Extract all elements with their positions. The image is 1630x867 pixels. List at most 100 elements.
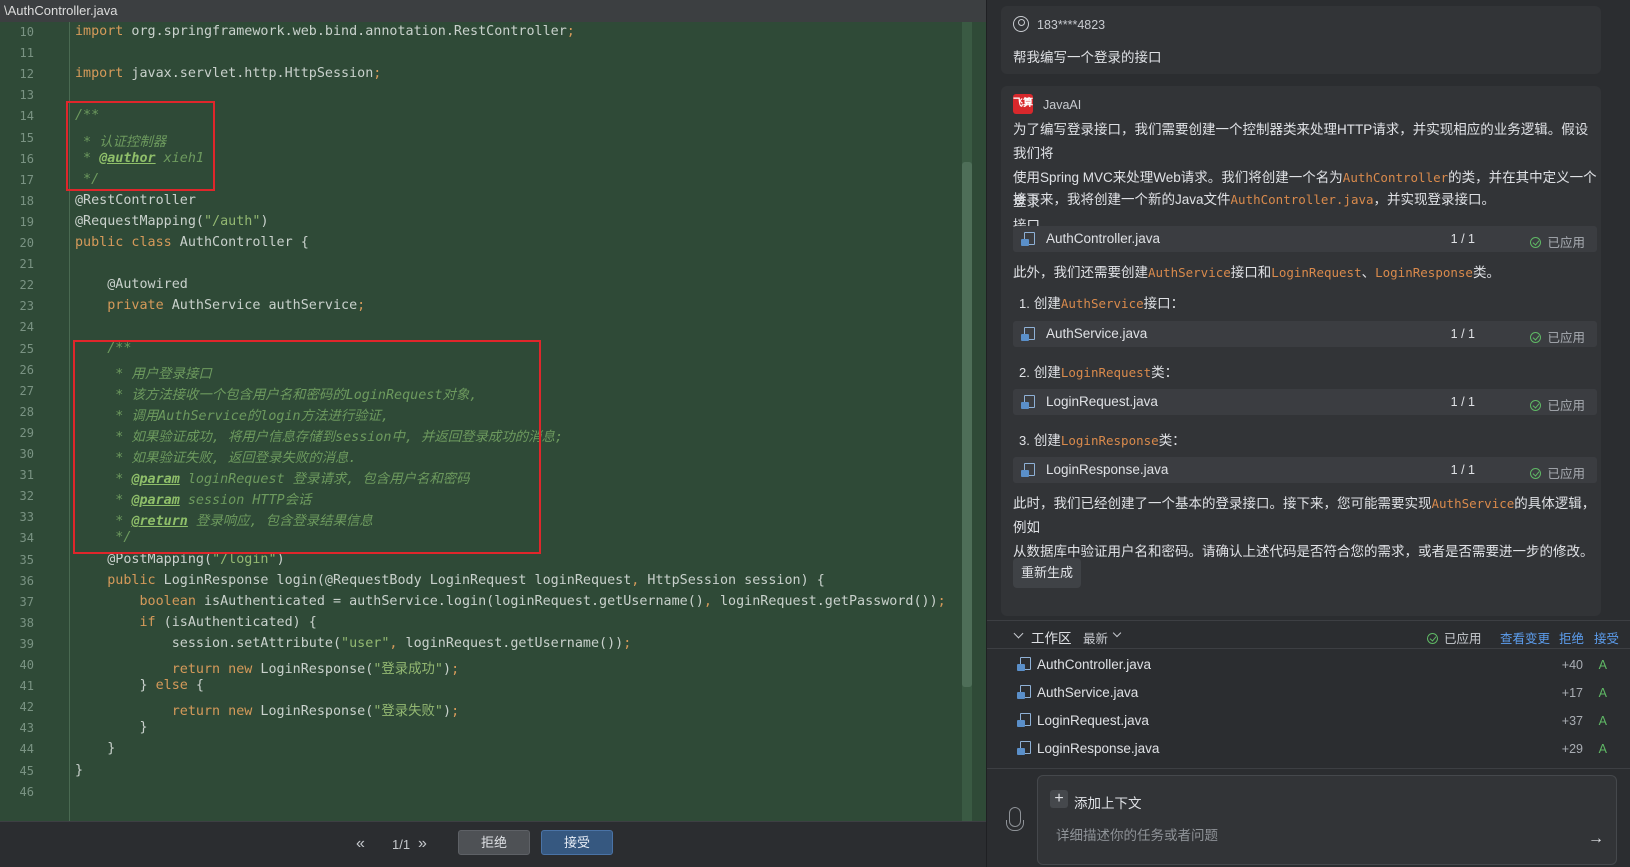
line-number: 22 — [19, 278, 34, 293]
workspace-accept-link[interactable]: 接受 — [1594, 628, 1619, 647]
ai-chat-panel: 183****4823 帮我编写一个登录的接口 飞算 JavaAI 为了编写登录… — [986, 0, 1630, 867]
user-message: 帮我编写一个登录的接口 — [1013, 50, 1162, 65]
code-line[interactable]: @Autowired — [75, 277, 188, 292]
code-line[interactable]: return new LoginResponse("登录失败"); — [75, 699, 459, 719]
line-number: 30 — [19, 447, 34, 461]
workspace-reject-link[interactable]: 拒绝 — [1559, 628, 1584, 647]
code-line[interactable]: boolean isAuthenticated = authService.lo… — [75, 594, 946, 609]
file-change-count: 1 / 1 — [1450, 232, 1475, 246]
line-number: 37 — [19, 594, 34, 609]
send-icon[interactable]: → — [1588, 830, 1604, 848]
check-circle-icon — [1530, 468, 1542, 479]
applied-status: 已应用 — [1530, 232, 1585, 251]
chevron-down-icon[interactable] — [1013, 628, 1024, 639]
workspace-file-row[interactable]: AuthService.java +17 A — [987, 679, 1630, 706]
java-file-icon — [1017, 713, 1031, 727]
file-status-badge: A — [1598, 714, 1607, 728]
line-number: 36 — [19, 573, 34, 588]
file-card-loginrequest[interactable]: LoginRequest.java 1 / 1 已应用 — [1013, 389, 1597, 415]
java-file-icon — [1021, 327, 1035, 341]
code-line[interactable]: session.setAttribute("user", loginReques… — [75, 636, 632, 651]
code-line[interactable]: public class AuthController { — [75, 235, 309, 250]
applied-status: 已应用 — [1530, 463, 1585, 482]
chat-input-area: + 添加上下文 → — [987, 768, 1630, 867]
line-number: 35 — [19, 552, 34, 567]
line-number: 16 — [19, 151, 34, 166]
highlight-box-class-javadoc — [66, 101, 215, 191]
scrollbar-thumb[interactable] — [962, 162, 972, 687]
chevron-down-icon[interactable] — [1112, 628, 1122, 638]
file-card-authservice[interactable]: AuthService.java 1 / 1 已应用 — [1013, 321, 1597, 347]
step-3: 3. 创建LoginResponse类： — [1019, 433, 1186, 448]
view-changes-link[interactable]: 查看变更 — [1500, 628, 1550, 647]
code-line[interactable]: import javax.servlet.http.HttpSession; — [75, 66, 381, 81]
microphone-icon[interactable] — [1006, 807, 1024, 831]
add-context-button[interactable]: 添加上下文 — [1074, 792, 1142, 812]
line-number: 20 — [19, 236, 34, 250]
task-input[interactable] — [1056, 824, 1566, 846]
user-message-card: 183****4823 帮我编写一个登录的接口 — [1001, 6, 1601, 74]
code-editor: \AuthController.java 10 11 12 13 14 15 16 17 18 1… — [0, 0, 986, 867]
code-line[interactable]: private AuthService authService; — [75, 298, 365, 313]
highlight-box-method-javadoc — [73, 340, 541, 554]
code-line[interactable]: return new LoginResponse("登录成功"); — [75, 657, 459, 677]
chat-input-box[interactable]: + 添加上下文 → — [1037, 775, 1617, 865]
java-file-icon — [1017, 657, 1031, 671]
workspace-title[interactable]: 工作区 — [1031, 627, 1072, 647]
check-circle-icon — [1427, 633, 1438, 644]
code-line[interactable]: import org.springframework.web.bind.anno… — [75, 24, 575, 39]
line-number: 32 — [19, 489, 34, 504]
line-number: 23 — [19, 299, 34, 314]
line-number: 12 — [19, 67, 34, 82]
prev-change-icon[interactable]: « — [356, 835, 365, 853]
file-card-authcontroller[interactable]: AuthController.java 1 / 1 已应用 — [1013, 226, 1597, 252]
workspace-file-row[interactable]: LoginResponse.java +29 A — [987, 735, 1630, 762]
file-name: LoginResponse.java — [1037, 741, 1160, 756]
reject-button[interactable]: 拒绝 — [458, 830, 530, 855]
code-line[interactable]: } — [75, 763, 83, 778]
workspace-file-row[interactable]: AuthController.java +40 A — [987, 651, 1630, 678]
file-card-loginresponse[interactable]: LoginResponse.java 1 / 1 已应用 — [1013, 457, 1597, 483]
workspace-sort-dropdown[interactable]: 最新 — [1083, 628, 1108, 647]
java-file-icon — [1021, 232, 1035, 246]
file-name: AuthController.java — [1046, 231, 1161, 246]
accept-button[interactable]: 接受 — [541, 830, 613, 855]
vertical-scrollbar[interactable] — [962, 22, 972, 821]
ai-response-card: 飞算 JavaAI 为了编写登录接口，我们需要创建一个控制器类来处理HTTP请求… — [1001, 86, 1601, 616]
line-number: 25 — [19, 341, 34, 356]
step-1: 1. 创建AuthService接口： — [1019, 296, 1185, 311]
line-number: 38 — [19, 615, 34, 630]
code-line[interactable]: @RestController — [75, 193, 196, 208]
javaai-logo-icon: 飞算 — [1013, 94, 1033, 114]
ai-text-line: 为了编写登录接口，我们需要创建一个控制器类来处理HTTP请求，并实现相应的业务逻… — [1013, 122, 1589, 161]
regenerate-button[interactable]: 重新生成 — [1013, 558, 1081, 588]
workspace-header: 工作区 最新 已应用 查看变更 拒绝 接受 — [987, 621, 1630, 649]
code-area[interactable]: 10 11 12 13 14 15 16 17 18 19 20 21 22 23 24 25 26 27 28 29… — [0, 22, 986, 821]
file-name: AuthService.java — [1046, 326, 1148, 341]
ai-paragraph-next: 接下来，我将创建一个新的Java文件AuthController.java，并实… — [1013, 192, 1496, 207]
code-line[interactable]: } else { — [75, 678, 204, 693]
line-number: 27 — [19, 383, 34, 398]
code-line[interactable]: public LoginResponse login(@RequestBody … — [75, 573, 825, 588]
add-context-icon[interactable]: + — [1050, 790, 1068, 808]
file-name: LoginRequest.java — [1037, 713, 1149, 728]
step-2: 2. 创建LoginRequest类： — [1019, 365, 1179, 380]
applied-status: 已应用 — [1530, 395, 1585, 414]
file-status-badge: A — [1598, 658, 1607, 672]
line-number: 29 — [19, 425, 34, 440]
code-line[interactable]: if (isAuthenticated) { — [75, 615, 317, 630]
line-number: 42 — [19, 700, 34, 715]
workspace-panel: 工作区 最新 已应用 查看变更 拒绝 接受 AuthController.jav… — [987, 620, 1630, 768]
code-line[interactable]: @RequestMapping("/auth") — [75, 214, 269, 229]
next-change-icon[interactable]: » — [418, 835, 427, 853]
code-line[interactable]: } — [75, 720, 147, 735]
ai-paragraph-also: 此外，我们还需要创建AuthService接口和LoginRequest、Log… — [1013, 265, 1500, 280]
ai-text-line: 从数据库中验证用户名和密码。请确认上述代码是否符合您的需求，或者是否需要进一步的… — [1013, 544, 1594, 559]
added-lines-count: +17 — [1561, 686, 1583, 700]
line-number: 44 — [19, 742, 34, 757]
line-number: 46 — [19, 784, 34, 799]
code-line[interactable]: } — [75, 741, 115, 756]
ai-paragraph-intro: 为了编写登录接口，我们需要创建一个控制器类来处理HTTP请求，并实现相应的业务逻… — [1013, 118, 1597, 238]
workspace-file-row[interactable]: LoginRequest.java +37 A — [987, 707, 1630, 734]
editor-tab-title[interactable]: \AuthController.java — [0, 0, 986, 22]
